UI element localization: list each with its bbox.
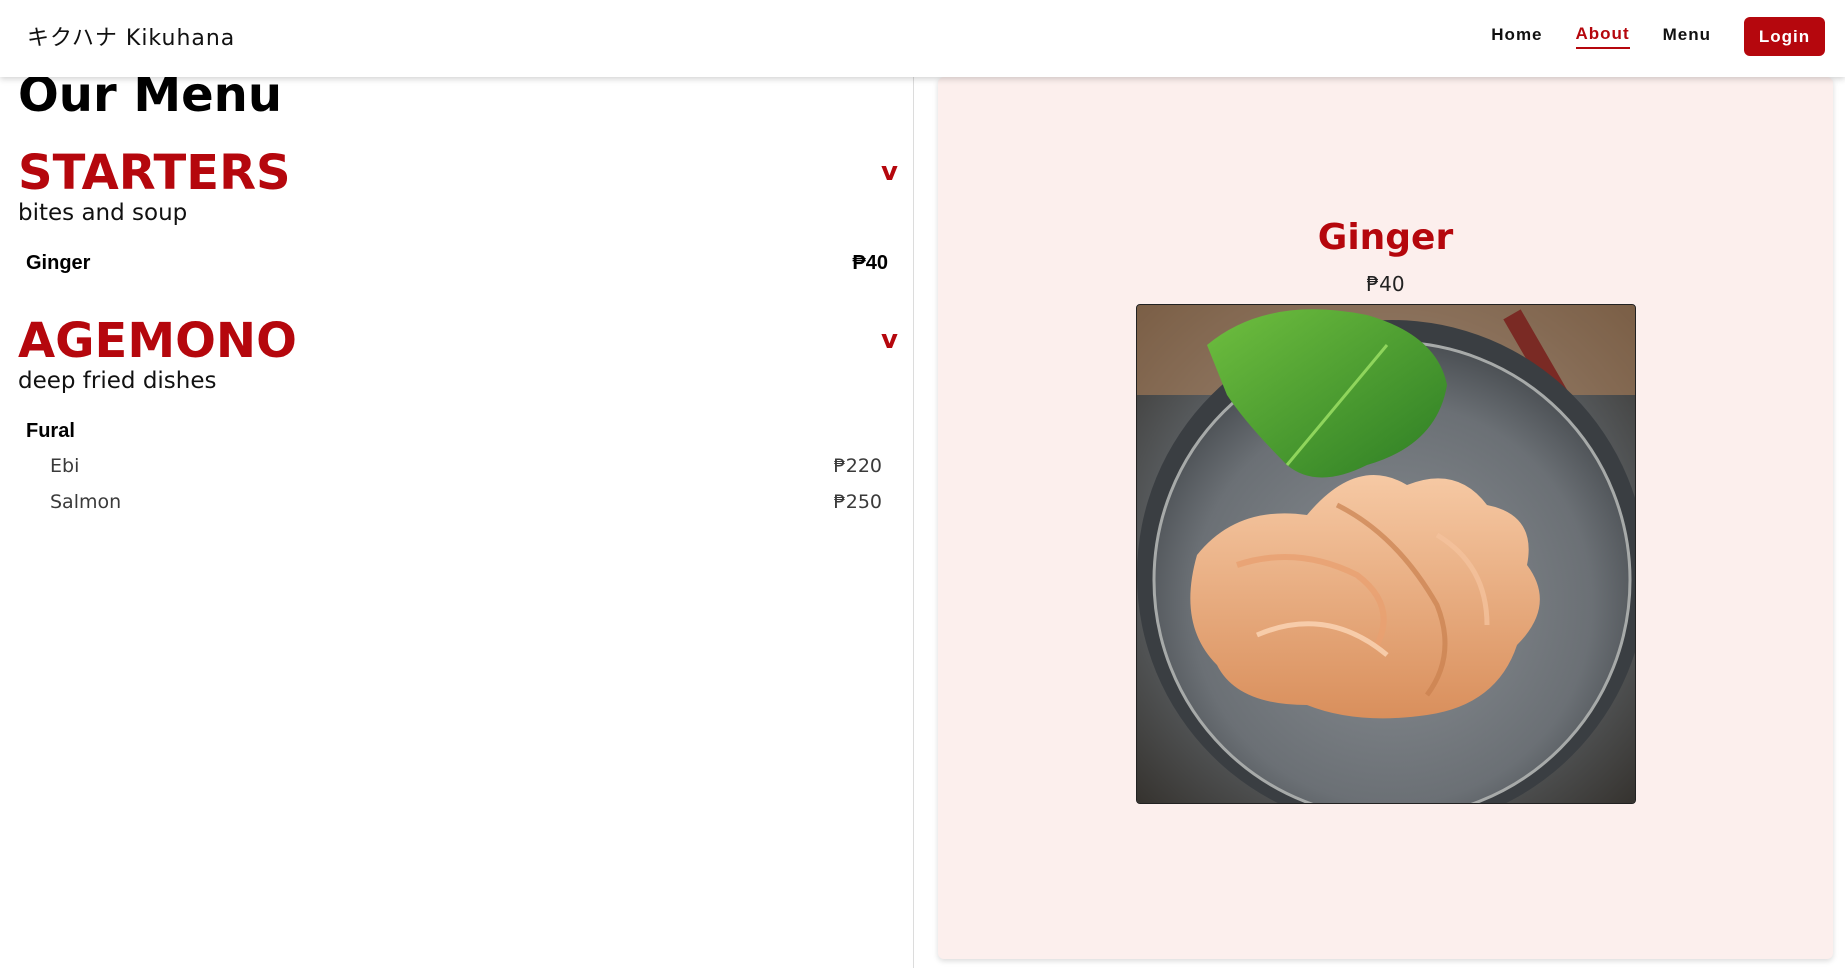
detail-item-photo xyxy=(1136,304,1636,804)
detail-item-price: ₱40 xyxy=(1366,272,1405,296)
item-detail-panel: Ginger ₱40 xyxy=(938,77,1833,959)
category-title: STARTERS xyxy=(18,145,291,201)
menu-item-ginger[interactable]: Ginger ₱40 xyxy=(26,252,888,275)
menu-item-ebi[interactable]: Ebi ₱220 xyxy=(50,455,882,477)
collapse-toggle-starters[interactable]: v xyxy=(881,157,898,187)
category-starters: STARTERS bites and soup v xyxy=(18,147,898,227)
nav-home-link[interactable]: Home xyxy=(1491,25,1542,48)
menu-item-price: ₱220 xyxy=(833,455,882,477)
nav-links: Home About Menu Login xyxy=(1458,17,1825,56)
nav-menu-link[interactable]: Menu xyxy=(1663,25,1711,48)
top-navbar: キクハナ Kikuhana Home About Menu Login xyxy=(0,0,1845,77)
category-description: deep fried dishes xyxy=(18,368,217,394)
menu-list-column: Our Menu STARTERS bites and soup v Ginge… xyxy=(0,67,914,968)
collapse-toggle-agemono[interactable]: v xyxy=(881,325,898,355)
brand-logo[interactable]: キクハナ Kikuhana xyxy=(27,20,235,52)
menu-item-price: ₱40 xyxy=(852,252,888,274)
ginger-photo-illustration xyxy=(1137,305,1635,803)
menu-item-name: Ebi xyxy=(50,455,80,477)
menu-item-salmon[interactable]: Salmon ₱250 xyxy=(50,491,882,513)
category-title: AGEMONO xyxy=(18,313,297,369)
detail-item-name: Ginger xyxy=(1317,217,1454,258)
menu-item-price: ₱250 xyxy=(833,491,882,513)
menu-item-name: Ginger xyxy=(26,252,91,274)
menu-item-name: Salmon xyxy=(50,491,122,513)
category-description: bites and soup xyxy=(18,200,188,226)
nav-about-link[interactable]: About xyxy=(1575,24,1630,49)
login-button[interactable]: Login xyxy=(1744,17,1825,56)
item-group-label: Fural xyxy=(26,420,75,442)
category-agemono: AGEMONO deep fried dishes v xyxy=(18,315,898,395)
